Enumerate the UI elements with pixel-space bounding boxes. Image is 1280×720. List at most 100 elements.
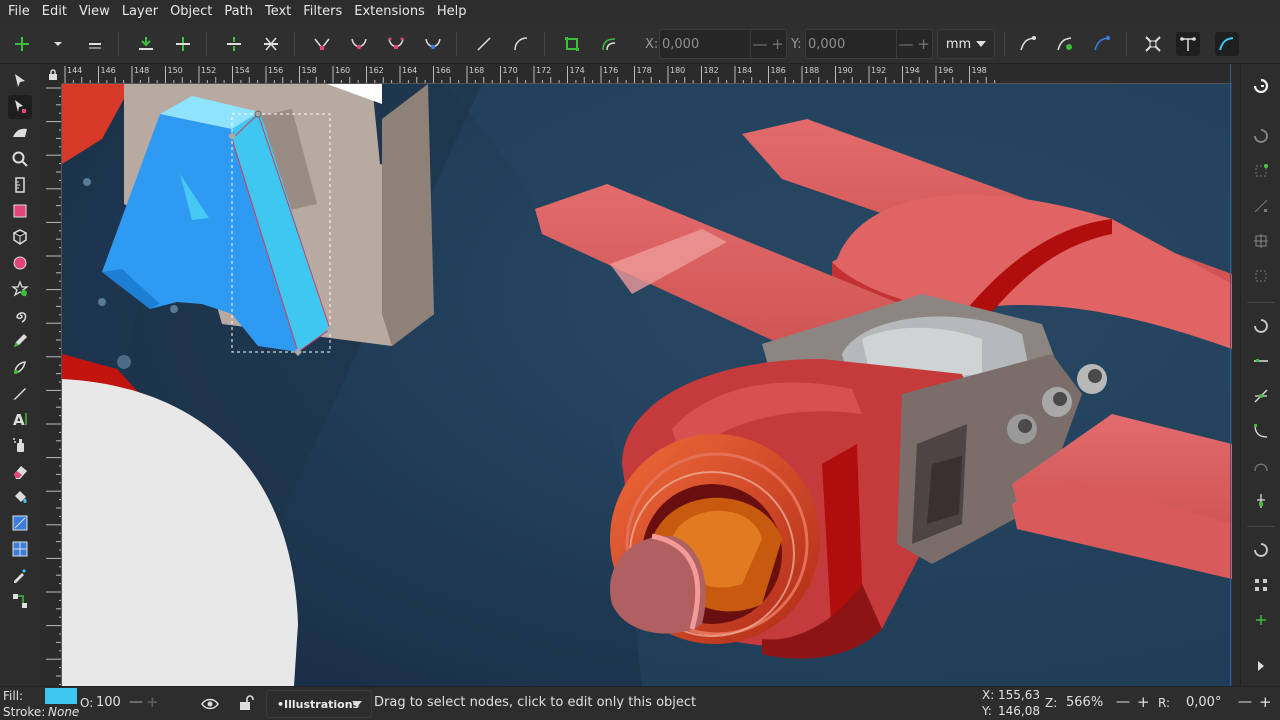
snap-guide-icon[interactable] bbox=[1249, 608, 1273, 632]
snap-bbox-midpoints-icon[interactable] bbox=[1249, 229, 1273, 253]
snap-bbox-corners-icon[interactable] bbox=[1249, 194, 1273, 218]
menu-object[interactable]: Object bbox=[164, 0, 218, 24]
snap-smooth-nodes-icon[interactable] bbox=[1249, 454, 1273, 478]
zoom-tool-icon[interactable] bbox=[8, 147, 32, 171]
path-effect-icon[interactable] bbox=[1090, 32, 1114, 56]
spiral-tool-icon[interactable] bbox=[8, 303, 32, 327]
y-increment-button[interactable]: + bbox=[915, 29, 933, 59]
connector-tool-icon[interactable] bbox=[8, 589, 32, 613]
show-handles-icon[interactable] bbox=[1176, 32, 1200, 56]
drawing-canvas[interactable] bbox=[62, 84, 1232, 686]
menu-edit[interactable]: Edit bbox=[36, 0, 73, 24]
dropper-tool-icon[interactable] bbox=[8, 563, 32, 587]
expand-chevron-icon[interactable] bbox=[1249, 654, 1273, 678]
snap-bbox-icon[interactable] bbox=[1249, 124, 1273, 148]
snap-toggle-icon[interactable] bbox=[1249, 74, 1273, 98]
node-smooth-icon[interactable] bbox=[347, 32, 371, 56]
gradient-tool-icon[interactable] bbox=[8, 511, 32, 535]
zoom-in-button[interactable]: + bbox=[1137, 693, 1150, 711]
node-symmetric-icon[interactable] bbox=[384, 32, 408, 56]
x-increment-button[interactable]: + bbox=[769, 29, 787, 59]
node-auto-smooth-icon[interactable] bbox=[421, 32, 445, 56]
rotate-decrement-button[interactable]: — bbox=[1238, 694, 1252, 710]
menu-filters[interactable]: Filters bbox=[297, 0, 348, 24]
segment-line-icon[interactable] bbox=[472, 32, 496, 56]
selector-tool-icon[interactable] bbox=[8, 69, 32, 93]
horizontal-ruler[interactable]: 144 146 148 150 152 154 156 158 160 162 164 166 168 1… bbox=[62, 64, 1232, 84]
snap-bbox-edges-icon[interactable] bbox=[1249, 159, 1273, 183]
menu-layer[interactable]: Layer bbox=[116, 0, 164, 24]
x-coordinate-input[interactable] bbox=[659, 29, 751, 59]
eraser-tool-icon[interactable] bbox=[8, 459, 32, 483]
snap-nodes-icon[interactable] bbox=[1249, 314, 1273, 338]
eye-icon[interactable] bbox=[200, 694, 220, 714]
ruler-label: 176 bbox=[603, 66, 619, 75]
paint-bucket-tool-icon[interactable] bbox=[8, 485, 32, 509]
snap-page-grid-icon[interactable] bbox=[1249, 573, 1273, 597]
rotate-increment-button[interactable]: + bbox=[1259, 693, 1272, 711]
rotate-label: R: bbox=[1158, 696, 1171, 710]
y-decrement-button[interactable]: — bbox=[897, 29, 915, 59]
canvas-scroll-edge[interactable] bbox=[1230, 64, 1240, 686]
calligraphy-tool-icon[interactable] bbox=[8, 381, 32, 405]
opacity-decrement-button[interactable]: — bbox=[129, 694, 143, 710]
snap-paths-icon[interactable] bbox=[1249, 349, 1273, 373]
rectangle-tool-icon[interactable] bbox=[8, 199, 32, 223]
node-cusp-icon[interactable] bbox=[310, 32, 334, 56]
x-decrement-button[interactable]: — bbox=[751, 29, 769, 59]
snap-cusp-nodes-icon[interactable] bbox=[1249, 419, 1273, 443]
unlock-icon[interactable] bbox=[236, 693, 256, 713]
tweak-tool-icon[interactable] bbox=[8, 121, 32, 145]
ruler-label: 152 bbox=[201, 66, 217, 75]
menu-path[interactable]: Path bbox=[218, 0, 259, 24]
transform-handles-icon[interactable] bbox=[1141, 32, 1165, 56]
layer-select[interactable]: •Illustrations bbox=[266, 690, 372, 718]
pen-tool-icon[interactable] bbox=[8, 355, 32, 379]
snap-midpoints-icon[interactable] bbox=[1249, 489, 1273, 513]
ruler-label: 194 bbox=[904, 66, 920, 75]
delete-segment-icon[interactable] bbox=[259, 32, 283, 56]
stroke-to-path-icon[interactable] bbox=[597, 32, 621, 56]
join-segment-icon[interactable] bbox=[222, 32, 246, 56]
insert-node-dropdown-icon[interactable] bbox=[46, 32, 70, 56]
break-path-icon[interactable] bbox=[171, 32, 195, 56]
node-tool-icon[interactable] bbox=[8, 95, 32, 119]
lock-guides-icon[interactable] bbox=[48, 68, 58, 80]
join-nodes-icon[interactable] bbox=[134, 32, 158, 56]
spray-tool-icon[interactable] bbox=[8, 433, 32, 457]
opacity-input[interactable]: 100 bbox=[96, 695, 121, 710]
zoom-out-button[interactable]: — bbox=[1116, 694, 1130, 710]
menu-text[interactable]: Text bbox=[259, 0, 297, 24]
rotate-input[interactable]: 0,00° bbox=[1186, 695, 1221, 710]
pencil-tool-icon[interactable] bbox=[8, 329, 32, 353]
unit-select[interactable]: mm bbox=[937, 29, 995, 59]
measure-tool-icon[interactable] bbox=[8, 173, 32, 197]
edit-mask-icon[interactable] bbox=[1053, 32, 1077, 56]
menu-help[interactable]: Help bbox=[431, 0, 473, 24]
show-outline-icon[interactable] bbox=[1215, 32, 1239, 56]
opacity-increment-button[interactable]: + bbox=[146, 693, 159, 711]
zoom-input[interactable]: 566% bbox=[1066, 695, 1103, 710]
snap-bbox-center-icon[interactable] bbox=[1249, 264, 1273, 288]
edit-clippath-icon[interactable] bbox=[1016, 32, 1040, 56]
mesh-tool-icon[interactable] bbox=[8, 537, 32, 561]
y-coordinate-input[interactable] bbox=[805, 29, 897, 59]
fill-color-swatch[interactable] bbox=[45, 688, 77, 704]
object-to-path-icon[interactable] bbox=[560, 32, 584, 56]
ruler-label: 190 bbox=[837, 66, 853, 75]
stroke-value[interactable]: None bbox=[48, 705, 79, 719]
text-tool-icon[interactable]: A bbox=[8, 407, 32, 431]
snap-others-icon[interactable] bbox=[1249, 538, 1273, 562]
snap-intersections-icon[interactable] bbox=[1249, 384, 1273, 408]
segment-curve-icon[interactable] bbox=[509, 32, 533, 56]
insert-node-icon[interactable] bbox=[10, 32, 34, 56]
menu-file[interactable]: File bbox=[2, 0, 36, 24]
ellipse-tool-icon[interactable] bbox=[8, 251, 32, 275]
toolbar-separator bbox=[1004, 32, 1005, 56]
star-tool-icon[interactable] bbox=[8, 277, 32, 301]
box3d-tool-icon[interactable] bbox=[8, 225, 32, 249]
menu-extensions[interactable]: Extensions bbox=[348, 0, 431, 24]
menu-view[interactable]: View bbox=[73, 0, 116, 24]
vertical-ruler[interactable] bbox=[44, 84, 62, 686]
delete-node-icon[interactable] bbox=[83, 32, 107, 56]
